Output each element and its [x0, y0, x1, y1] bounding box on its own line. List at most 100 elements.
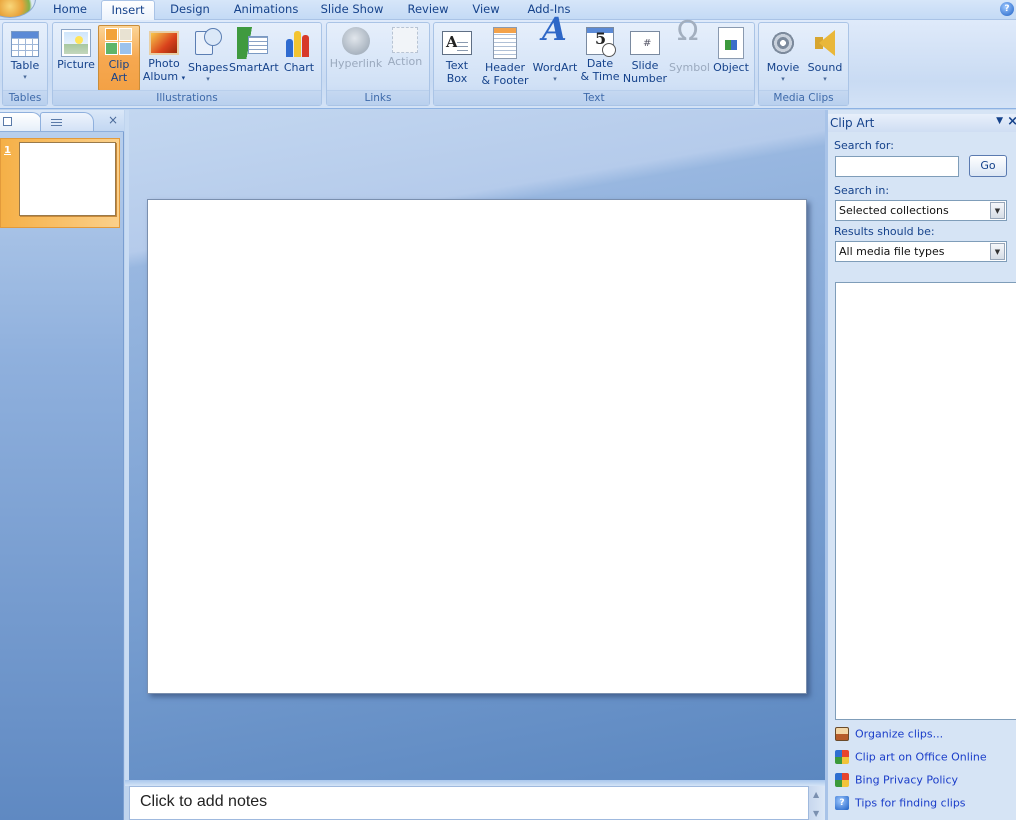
organize-clips-label: Organize clips... — [855, 727, 944, 741]
wordart-button[interactable]: WordArt ▾ — [532, 23, 578, 91]
sound-label: Sound — [807, 61, 843, 74]
help-icon[interactable]: ? — [1000, 2, 1014, 16]
smartart-button[interactable]: SmartArt — [229, 25, 279, 91]
office-button[interactable] — [0, 0, 36, 18]
clip-art-pane: Clip Art ▼ × Search for: Go Search in: S… — [825, 110, 1016, 820]
close-icon[interactable]: × — [1007, 114, 1016, 129]
photo-album-button[interactable]: Photo Album ▾ — [142, 25, 186, 91]
notes-pane[interactable]: Click to add notes — [129, 786, 809, 820]
group-links: Hyperlink Action Links — [326, 22, 430, 106]
movie-button[interactable]: Movie ▾ — [762, 25, 804, 91]
clip-art-button[interactable]: Clip Art — [98, 25, 140, 91]
tab-view[interactable]: View — [464, 0, 508, 20]
picture-button[interactable]: Picture — [56, 25, 96, 91]
results-list[interactable] — [835, 282, 1016, 720]
search-input[interactable] — [835, 156, 959, 177]
text-box-button[interactable]: Text Box — [437, 25, 477, 91]
table-button[interactable]: Table ▾ — [5, 25, 45, 91]
office-online-label: Clip art on Office Online — [855, 750, 987, 764]
smartart-icon — [237, 27, 269, 59]
tab-animations[interactable]: Animations — [226, 0, 306, 20]
search-in-label: Search in: — [834, 184, 890, 197]
slides-icon — [3, 117, 12, 126]
chevron-down-icon: ▾ — [823, 74, 827, 83]
slide-thumbnail-row[interactable]: 1 — [0, 138, 120, 228]
tab-design[interactable]: Design — [160, 0, 220, 20]
pane-header: Clip Art ▼ × — [828, 114, 1016, 132]
wordart-icon — [539, 23, 571, 59]
symbol-button[interactable]: Symbol — [669, 25, 710, 91]
date-time-icon — [586, 27, 616, 57]
privacy-policy-icon — [835, 773, 849, 787]
action-button[interactable]: Action — [385, 25, 425, 91]
object-button[interactable]: Object — [711, 25, 751, 91]
sound-button[interactable]: Sound ▾ — [805, 25, 845, 91]
tips-label: Tips for finding clips — [855, 796, 966, 810]
chart-icon — [283, 27, 315, 59]
date-time-button[interactable]: Date & Time — [580, 25, 620, 91]
notes-placeholder: Click to add notes — [140, 793, 268, 810]
go-button[interactable]: Go — [969, 155, 1007, 177]
organize-clips-link[interactable]: Organize clips... — [835, 727, 943, 745]
tips-icon: ? — [835, 796, 849, 810]
group-illustrations: Picture Clip Art Photo Album ▾ Shapes ▾ … — [52, 22, 322, 106]
outline-icon — [51, 118, 62, 126]
outline-tab[interactable] — [40, 112, 94, 131]
privacy-policy-link[interactable]: Bing Privacy Policy — [835, 773, 958, 791]
header-footer-label-2: & Footer — [481, 73, 529, 87]
group-label-text: Text — [434, 90, 754, 105]
chart-label: Chart — [283, 61, 315, 74]
header-footer-button[interactable]: Header & Footer — [479, 25, 531, 91]
pane-title: Clip Art — [830, 116, 875, 130]
slide-number-button[interactable]: Slide Number — [622, 25, 668, 91]
action-label: Action — [387, 55, 423, 68]
tab-home[interactable]: Home — [44, 0, 96, 20]
scroll-up-icon[interactable]: ▲ — [813, 790, 819, 799]
office-online-link[interactable]: Clip art on Office Online — [835, 750, 987, 768]
text-box-label-1: Text — [445, 59, 469, 72]
search-in-value: Selected collections — [839, 204, 949, 217]
scroll-down-icon[interactable]: ▼ — [813, 809, 819, 818]
organize-clips-icon — [835, 727, 849, 741]
tab-insert[interactable]: Insert — [101, 0, 155, 21]
group-label-illustrations: Illustrations — [53, 90, 321, 105]
chevron-down-icon: ▾ — [553, 74, 557, 83]
table-icon — [11, 31, 39, 57]
group-label-media-clips: Media Clips — [759, 90, 848, 105]
picture-icon — [61, 29, 91, 57]
pane-menu-icon[interactable]: ▼ — [996, 116, 1003, 126]
chevron-down-icon: ▾ — [181, 73, 186, 82]
slides-tab[interactable] — [0, 112, 42, 131]
sound-icon — [809, 27, 841, 59]
shapes-icon — [192, 27, 224, 59]
chart-button[interactable]: Chart — [279, 25, 319, 91]
ribbon-tab-bar: Home Insert Design Animations Slide Show… — [0, 0, 1016, 21]
text-box-label-2: Box — [446, 71, 468, 85]
chevron-down-icon[interactable]: ▼ — [990, 202, 1005, 219]
group-media-clips: Movie ▾ Sound ▾ Media Clips — [758, 22, 849, 106]
close-icon[interactable]: × — [106, 113, 120, 127]
picture-label: Picture — [57, 58, 95, 71]
symbol-label: Symbol — [669, 61, 710, 74]
slide-number-label-2: Number — [622, 71, 668, 85]
slide-number: 1 — [4, 145, 11, 156]
slide-canvas[interactable] — [147, 199, 807, 694]
slide-thumbnail[interactable] — [19, 142, 116, 216]
notes-scrollbar[interactable]: ▲ ▼ — [809, 786, 825, 820]
hyperlink-button[interactable]: Hyperlink — [329, 25, 383, 91]
shapes-button[interactable]: Shapes ▾ — [188, 25, 228, 91]
results-type-select[interactable]: All media file types ▼ — [835, 241, 1007, 262]
table-label: Table — [10, 59, 40, 72]
text-box-icon — [442, 31, 472, 55]
clip-art-label-1: Clip — [108, 58, 130, 71]
chevron-down-icon[interactable]: ▼ — [990, 243, 1005, 260]
movie-icon — [767, 27, 799, 59]
slide-editing-area — [125, 110, 825, 780]
slides-panel: × 1 — [0, 110, 124, 820]
wordart-label: WordArt — [532, 61, 578, 74]
search-in-select[interactable]: Selected collections ▼ — [835, 200, 1007, 221]
tips-link[interactable]: ? Tips for finding clips — [835, 796, 966, 814]
tab-slide-show[interactable]: Slide Show — [314, 0, 390, 20]
date-time-label-1: Date — [586, 57, 614, 70]
tab-review[interactable]: Review — [400, 0, 456, 20]
